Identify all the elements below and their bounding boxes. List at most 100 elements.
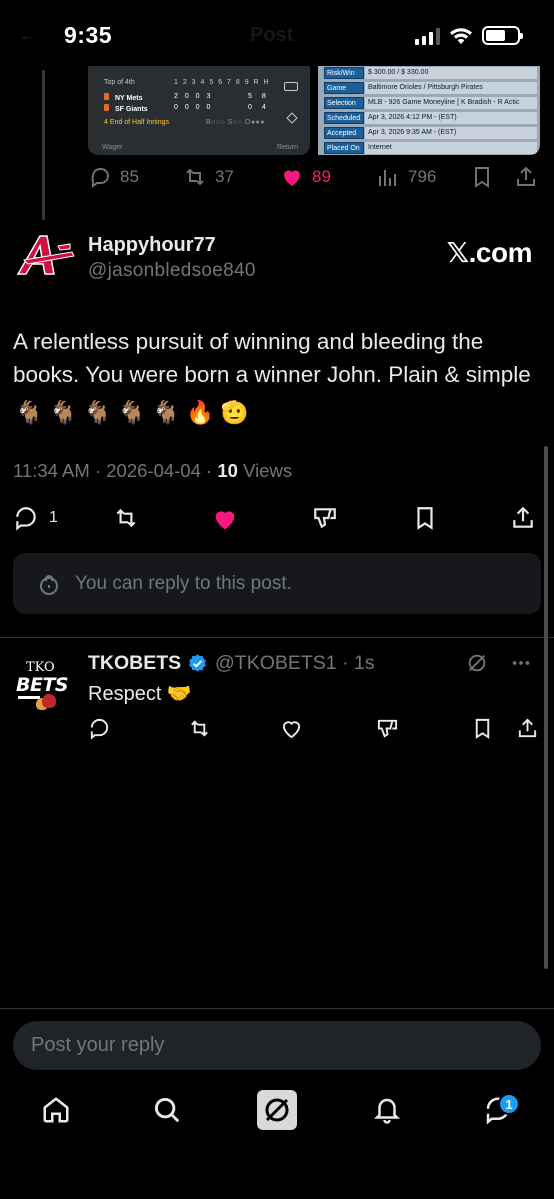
divider (0, 1008, 554, 1009)
back-arrow-icon[interactable]: ← (18, 24, 38, 47)
reply-text: Respect 🤝 (88, 683, 192, 705)
post-text: A relentless pursuit of winning and blee… (13, 325, 541, 429)
like-count: 89 (312, 167, 331, 186)
reply-button[interactable]: 1 (13, 505, 58, 531)
search-icon (154, 1097, 180, 1123)
game-status: 4 End of Half Innings (104, 119, 169, 126)
status-time: 9:35 (64, 22, 113, 48)
bookmark-icon[interactable] (470, 165, 494, 189)
bases-diamond-icon (286, 112, 298, 124)
more-options-icon[interactable] (510, 652, 532, 674)
bookmark-icon[interactable] (412, 505, 438, 531)
bet-label: Scheduled (324, 112, 364, 124)
parent-post-actions: 85 37 89 796 (88, 165, 540, 193)
bet-label: Accepted (324, 127, 364, 139)
reply-handle-time[interactable]: @TKOBETS1 · 1s (215, 652, 375, 675)
grok-tile (257, 1090, 297, 1130)
lock-icon (40, 574, 58, 595)
share-icon[interactable] (516, 717, 539, 740)
repost-button[interactable]: 37 (183, 165, 234, 189)
scrollbar[interactable] (544, 446, 548, 969)
avatar-brand-text: BETS (16, 674, 69, 696)
reply-action-bar (88, 717, 540, 745)
divider (0, 637, 554, 638)
bet-label: Game (324, 82, 364, 94)
like-button[interactable]: 89 (280, 165, 331, 189)
views-label: Views (243, 460, 293, 481)
heart-filled-icon (284, 170, 300, 186)
team1-runs-hits: 5 8 (248, 93, 270, 100)
reply-restriction-text: You can reply to this post. (75, 572, 292, 594)
grok-icon[interactable] (466, 652, 488, 674)
bet-value: Apr 3, 2026 9:35 AM - (EST) (365, 127, 537, 139)
team1-name: NY Mets (104, 93, 143, 102)
author-display-name[interactable]: Happyhour77 (88, 234, 216, 257)
reply-button[interactable]: 85 (88, 165, 139, 189)
grok-icon (265, 1098, 289, 1122)
team2-linescore: 0 0 0 0 (174, 104, 213, 111)
bet-row: Placed On Internet (324, 141, 537, 155)
tab-search[interactable] (142, 1085, 192, 1135)
bookmark-icon[interactable] (471, 717, 494, 740)
post-date: 2026-04-04 (106, 460, 201, 481)
bet-label: Risk/Win (324, 67, 364, 79)
tab-messages[interactable]: 1 (473, 1085, 523, 1135)
share-icon[interactable] (510, 505, 536, 531)
reply-count: 85 (120, 167, 139, 186)
share-icon[interactable] (514, 165, 538, 189)
team2-runs-hits: 0 4 (248, 104, 270, 111)
avatar-top-text: TKO (26, 660, 55, 675)
inning-label: Top of 4th (104, 79, 135, 86)
innings-header: 1 2 3 4 5 6 7 8 9 R H (174, 79, 271, 86)
author-handle[interactable]: @jasonbledsoe840 (88, 260, 256, 282)
views-count: 10 (217, 460, 238, 481)
tab-notifications[interactable] (362, 1085, 412, 1135)
verified-badge-icon (189, 654, 207, 672)
bet-slip-image[interactable]: Risk/Win $ 300.00 / $ 330.00 Game Baltimor… (318, 66, 540, 155)
repost-icon[interactable] (188, 717, 211, 740)
return-label: Return (276, 144, 298, 151)
analytics-icon (379, 170, 396, 186)
braves-logo-avatar[interactable] (14, 230, 76, 280)
bottom-tab-bar: 1 (0, 1085, 554, 1145)
bet-value: MLB - 926 Game Moneyline [ K Bradish - R… (365, 97, 537, 109)
team2-label: SF Giants (115, 106, 148, 113)
post-text-content: A relentless pursuit of winning and blee… (13, 329, 531, 387)
tab-grok[interactable] (252, 1085, 302, 1135)
team2-name: SF Giants (104, 104, 148, 113)
bet-label: Placed On (324, 142, 364, 154)
post-meta: 11:34 AM · 2026-04-04 · 10 Views (13, 460, 293, 481)
x-logo: 𝕏.com (446, 237, 533, 268)
reply-composer-input[interactable] (13, 1021, 541, 1070)
reply-icon (91, 168, 109, 188)
reply-icon (16, 507, 36, 531)
heart-outline-icon[interactable] (280, 717, 303, 740)
view-count: 796 (408, 167, 437, 186)
repost-icon[interactable] (113, 505, 139, 531)
repost-icon (186, 168, 204, 186)
battery-icon (482, 26, 523, 45)
count-indicator: B○○○ S○○ O●●● (206, 119, 265, 126)
avatar-bar (18, 696, 40, 699)
cellular-signal-icon (415, 27, 440, 45)
wifi-icon (450, 27, 472, 44)
scoreboard-image[interactable]: Top of 4th 1 2 3 4 5 6 7 8 9 R H NY Mets… (88, 66, 310, 155)
bet-row: Game Baltimore Orioles / Pittsburgh Pirat… (324, 81, 537, 95)
tv-icon (284, 82, 298, 91)
bell-icon (373, 1098, 401, 1124)
post-action-bar: 1 (13, 505, 541, 537)
downvote-icon[interactable] (312, 505, 338, 531)
tkobets-avatar[interactable]: TKO BETS (14, 658, 72, 714)
heart-filled-icon[interactable] (211, 505, 239, 533)
thread-line (42, 70, 45, 220)
post-time: 11:34 AM (13, 460, 90, 481)
tab-home[interactable] (31, 1085, 81, 1135)
reply-icon[interactable] (88, 717, 111, 740)
team1-linescore: 2 0 0 3 (174, 93, 213, 100)
reply-author[interactable]: TKOBETS (88, 652, 208, 675)
wager-label: Wager (102, 144, 123, 151)
downvote-icon[interactable] (376, 717, 399, 740)
views-button[interactable]: 796 (376, 165, 436, 189)
bet-value: Internet (365, 142, 537, 154)
repost-count: 37 (215, 167, 234, 186)
